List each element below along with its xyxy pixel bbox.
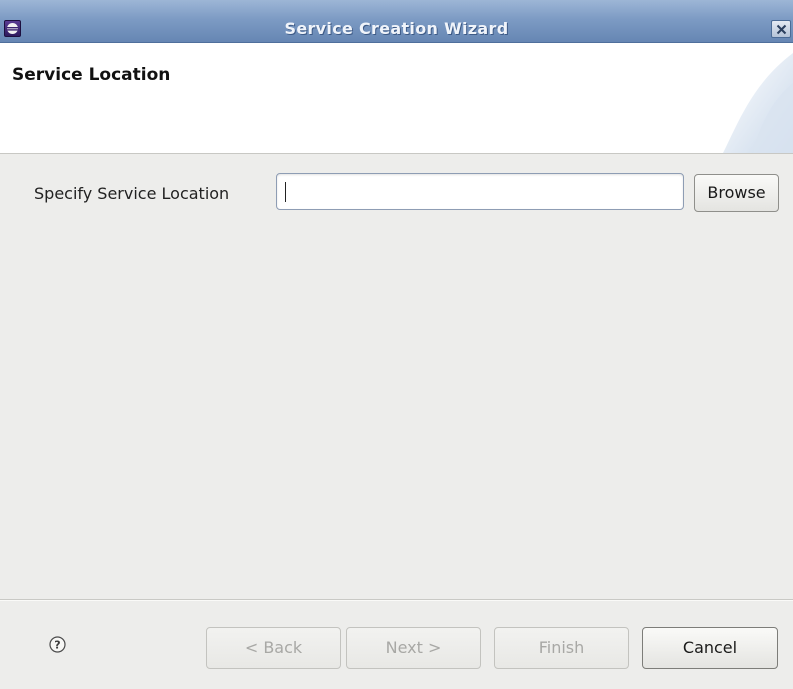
text-cursor (285, 182, 286, 202)
wizard-header: Service Location (0, 43, 793, 154)
title-bar[interactable]: Service Creation Wizard (0, 0, 793, 43)
browse-button[interactable]: Browse (694, 174, 779, 212)
svg-text:?: ? (54, 639, 60, 652)
help-icon[interactable]: ? (49, 636, 66, 653)
cancel-button[interactable]: Cancel (642, 627, 778, 669)
service-location-input[interactable] (276, 173, 684, 210)
page-title: Service Location (12, 65, 171, 85)
header-banner-graphic (723, 53, 793, 153)
window-title: Service Creation Wizard (284, 19, 509, 38)
service-location-label: Specify Service Location (34, 184, 230, 203)
next-button[interactable]: Next > (346, 627, 481, 669)
footer-divider (0, 599, 793, 600)
close-icon[interactable] (771, 20, 791, 38)
back-button[interactable]: < Back (206, 627, 341, 669)
finish-button[interactable]: Finish (494, 627, 629, 669)
